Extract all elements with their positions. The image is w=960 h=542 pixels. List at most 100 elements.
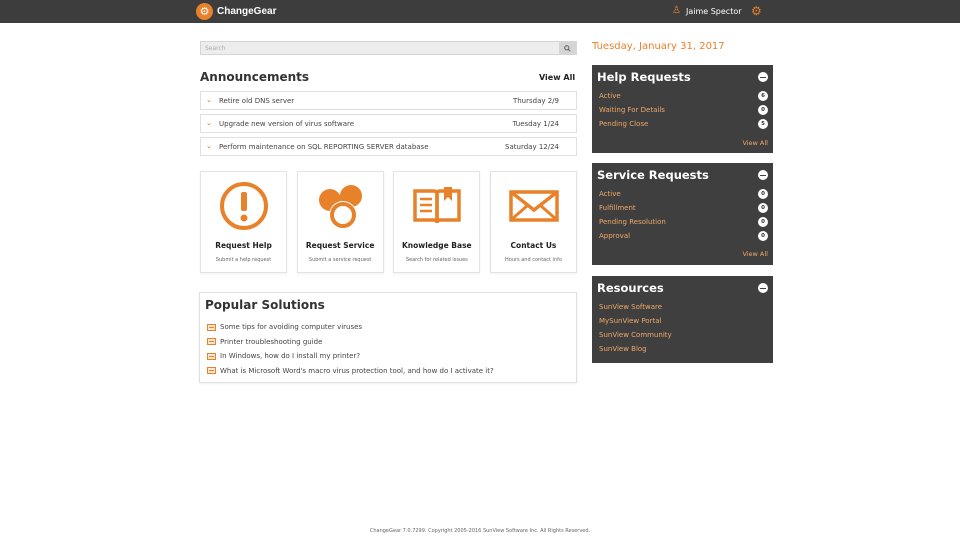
popular-solution-text: What is Microsoft Word's macro virus pro… — [220, 366, 494, 375]
service-requests-view-all-link[interactable]: View All — [742, 250, 768, 258]
count-badge: 0 — [758, 189, 768, 199]
announcement-date: Tuesday 1/24 — [512, 120, 559, 128]
brand-name: ChangeGear — [217, 6, 277, 17]
current-date: Tuesday, January 31, 2017 — [592, 41, 725, 52]
announcement-date: Saturday 12/24 — [505, 143, 559, 151]
help-requests-panel: Help Requests Active 6 Waiting For Detai… — [592, 65, 773, 153]
article-icon — [207, 323, 216, 331]
chevron-down-icon[interactable]: ⌄ — [206, 96, 212, 104]
tile-title: Request Help — [215, 241, 272, 250]
popular-solution-text: Printer troubleshooting guide — [220, 337, 323, 346]
announcement-item[interactable]: ⌄ Upgrade new version of virus software … — [200, 114, 577, 133]
service-circles-icon — [318, 185, 362, 229]
tile-title: Contact Us — [510, 241, 557, 250]
footer-copyright: ChangeGear 7.0.7299. Copyright 2005-2016… — [369, 528, 591, 534]
exclamation-icon — [220, 182, 268, 230]
resource-link[interactable]: SunView Community — [599, 329, 768, 343]
article-icon — [207, 338, 216, 346]
brand[interactable]: ⚙ ChangeGear — [196, 3, 276, 20]
resources-list: SunView Software MySunView Portal SunVie… — [599, 301, 768, 357]
resource-link[interactable]: SunView Software — [599, 301, 768, 315]
knowledge-base-tile[interactable]: Knowledge Base Search for related issues — [393, 171, 481, 273]
book-icon — [413, 187, 462, 224]
search-button[interactable] — [559, 42, 576, 54]
announcement-text: Perform maintenance on SQL REPORTING SER… — [219, 143, 429, 151]
settings-gear-icon[interactable]: ⚙ — [751, 4, 762, 18]
search-input[interactable] — [201, 42, 559, 54]
help-requests-view-all-link[interactable]: View All — [742, 139, 768, 147]
quick-action-tiles: Request Help Submit a help request Reque… — [200, 171, 577, 273]
popular-solution-link[interactable]: Printer troubleshooting guide — [207, 335, 494, 350]
announcements-list: ⌄ Retire old DNS server Thursday 2/9 ⌄ U… — [200, 91, 577, 160]
envelope-icon — [509, 190, 559, 222]
popular-solutions-title: Popular Solutions — [205, 298, 325, 312]
service-requests-panel: Service Requests Active 0 Fulfillment 0 … — [592, 163, 773, 265]
popular-solution-text: Some tips for avoiding computer viruses — [220, 323, 363, 332]
announcement-item[interactable]: ⌄ Perform maintenance on SQL REPORTING S… — [200, 137, 577, 156]
popular-solutions-panel: Popular Solutions Some tips for avoiding… — [199, 292, 577, 383]
contact-us-tile[interactable]: Contact Us Hours and contact info — [489, 171, 577, 273]
count-badge: 0 — [758, 231, 768, 241]
announcement-text: Upgrade new version of virus software — [219, 120, 355, 128]
panel-title: Resources — [597, 281, 664, 295]
tile-title: Request Service — [305, 241, 375, 250]
search-bar — [200, 41, 577, 55]
collapse-icon[interactable] — [758, 72, 768, 82]
request-help-tile[interactable]: Request Help Submit a help request — [200, 171, 287, 273]
help-request-item-pending-close[interactable]: Pending Close 5 — [599, 118, 768, 132]
user-menu[interactable]: ♙ Jaime Spector — [672, 5, 742, 17]
announcements-view-all-link[interactable]: View All — [539, 73, 575, 82]
user-icon: ♙ — [672, 5, 681, 16]
collapse-icon[interactable] — [758, 283, 768, 293]
item-label: Pending Resolution — [599, 218, 666, 226]
panel-title: Service Requests — [597, 168, 709, 182]
tile-subtitle: Search for related issues — [405, 257, 468, 263]
announcement-text: Retire old DNS server — [219, 97, 295, 105]
chevron-down-icon[interactable]: ⌄ — [206, 119, 212, 127]
help-request-item-waiting[interactable]: Waiting For Details 0 — [599, 104, 768, 118]
announcement-date: Thursday 2/9 — [512, 97, 559, 105]
popular-solutions-list: Some tips for avoiding computer viruses … — [207, 320, 494, 378]
collapse-icon[interactable] — [758, 170, 768, 180]
count-badge: 0 — [758, 217, 768, 227]
popular-solution-link[interactable]: What is Microsoft Word's macro virus pro… — [207, 364, 494, 379]
resources-panel: Resources SunView Software MySunView Por… — [592, 276, 773, 363]
count-badge: 5 — [758, 119, 768, 129]
service-requests-list: Active 0 Fulfillment 0 Pending Resolutio… — [599, 188, 768, 244]
search-icon — [564, 44, 571, 52]
announcement-item[interactable]: ⌄ Retire old DNS server Thursday 2/9 — [200, 91, 577, 110]
count-badge: 0 — [758, 203, 768, 213]
article-icon — [207, 367, 216, 375]
request-service-tile[interactable]: Request Service Submit a service request — [296, 171, 384, 273]
popular-solution-link[interactable]: Some tips for avoiding computer viruses — [207, 320, 494, 335]
tile-subtitle: Submit a service request — [308, 257, 372, 263]
popular-solution-text: In Windows, how do I install my printer? — [220, 352, 361, 361]
help-request-item-active[interactable]: Active 6 — [599, 90, 768, 104]
item-label: Active — [599, 190, 621, 198]
article-icon — [207, 352, 216, 360]
tile-title: Knowledge Base — [401, 241, 472, 250]
resource-link[interactable]: SunView Blog — [599, 343, 768, 357]
panel-title: Help Requests — [597, 70, 691, 84]
help-requests-list: Active 6 Waiting For Details 0 Pending C… — [599, 90, 768, 132]
service-request-item-pending-resolution[interactable]: Pending Resolution 0 — [599, 216, 768, 230]
chevron-down-icon[interactable]: ⌄ — [206, 142, 212, 150]
tile-subtitle: Hours and contact info — [505, 257, 562, 263]
top-bar: ⚙ ChangeGear ♙ Jaime Spector ⚙ — [0, 0, 960, 23]
item-label: Pending Close — [599, 120, 649, 128]
service-request-item-active[interactable]: Active 0 — [599, 188, 768, 202]
service-request-item-fulfillment[interactable]: Fulfillment 0 — [599, 202, 768, 216]
user-name: Jaime Spector — [685, 6, 742, 16]
item-label: Fulfillment — [599, 204, 636, 212]
count-badge: 0 — [758, 105, 768, 115]
tile-subtitle: Submit a help request — [215, 257, 272, 263]
announcements-title: Announcements — [200, 70, 310, 84]
resource-link[interactable]: MySunView Portal — [599, 315, 768, 329]
item-label: Approval — [599, 232, 631, 240]
service-request-item-approval[interactable]: Approval 0 — [599, 230, 768, 244]
popular-solution-link[interactable]: In Windows, how do I install my printer? — [207, 349, 494, 364]
count-badge: 6 — [758, 91, 768, 101]
gear-icon: ⚙ — [196, 3, 213, 20]
item-label: Active — [599, 92, 621, 100]
item-label: Waiting For Details — [599, 106, 665, 114]
